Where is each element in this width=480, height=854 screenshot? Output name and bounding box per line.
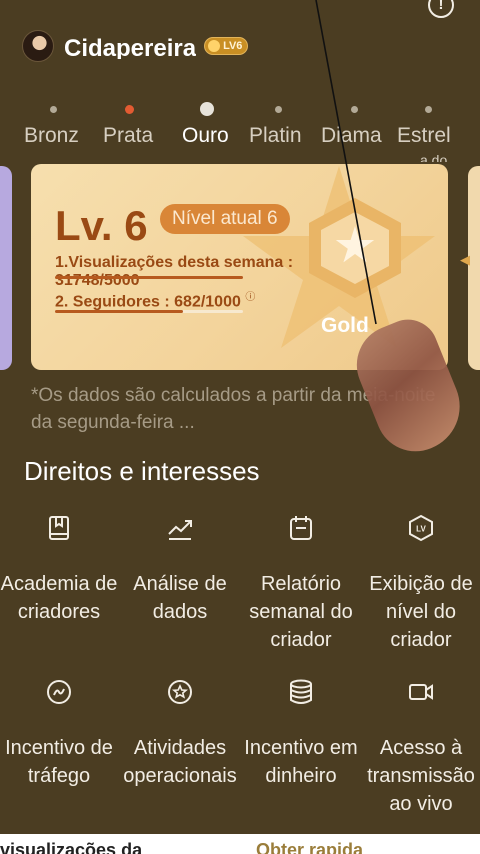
bottom-left-text: visualizações da [0, 840, 143, 854]
bottom-right-text[interactable]: Obter rapida [256, 840, 363, 854]
bottom-action-bar[interactable]: visualizações da Obter rapida [0, 834, 480, 854]
